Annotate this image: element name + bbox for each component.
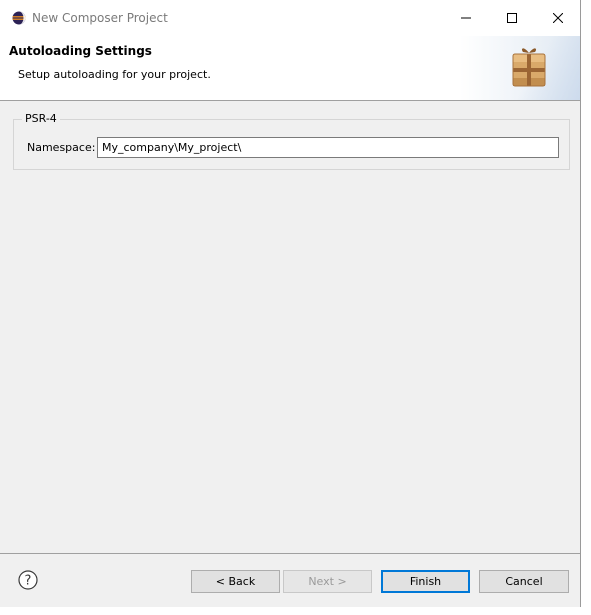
eclipse-icon — [12, 11, 26, 25]
next-button[interactable]: Next > — [283, 570, 372, 593]
maximize-icon — [507, 13, 517, 23]
window-title: New Composer Project — [32, 11, 168, 25]
title-bar[interactable]: New Composer Project — [0, 0, 580, 36]
wizard-header: Autoloading Settings Setup autoloading f… — [0, 36, 580, 101]
finish-button[interactable]: Finish — [381, 570, 470, 593]
psr4-group: PSR-4 Namespace: — [13, 112, 570, 170]
help-icon[interactable]: ? — [18, 570, 38, 590]
namespace-label: Namespace: — [27, 141, 96, 154]
maximize-button[interactable] — [489, 0, 535, 36]
background-edge-right — [581, 0, 591, 615]
close-button[interactable] — [535, 0, 581, 36]
page-title: Autoloading Settings — [9, 44, 152, 58]
minimize-button[interactable] — [443, 0, 489, 36]
wizard-content: PSR-4 Namespace: — [0, 101, 580, 553]
minimize-icon — [461, 17, 471, 19]
page-description: Setup autoloading for your project. — [18, 68, 211, 81]
cancel-button[interactable]: Cancel — [479, 570, 569, 593]
close-icon — [553, 13, 563, 23]
back-button[interactable]: < Back — [191, 570, 280, 593]
button-bar: ? < Back Next > Finish Cancel — [0, 553, 580, 607]
background-edge-bottom — [0, 607, 591, 615]
psr4-group-label: PSR-4 — [22, 112, 60, 125]
package-icon — [512, 48, 546, 87]
namespace-input[interactable] — [97, 137, 559, 158]
help-icon-glyph: ? — [25, 574, 32, 589]
dialog-window: New Composer Project Autoloading Setting… — [0, 0, 581, 607]
